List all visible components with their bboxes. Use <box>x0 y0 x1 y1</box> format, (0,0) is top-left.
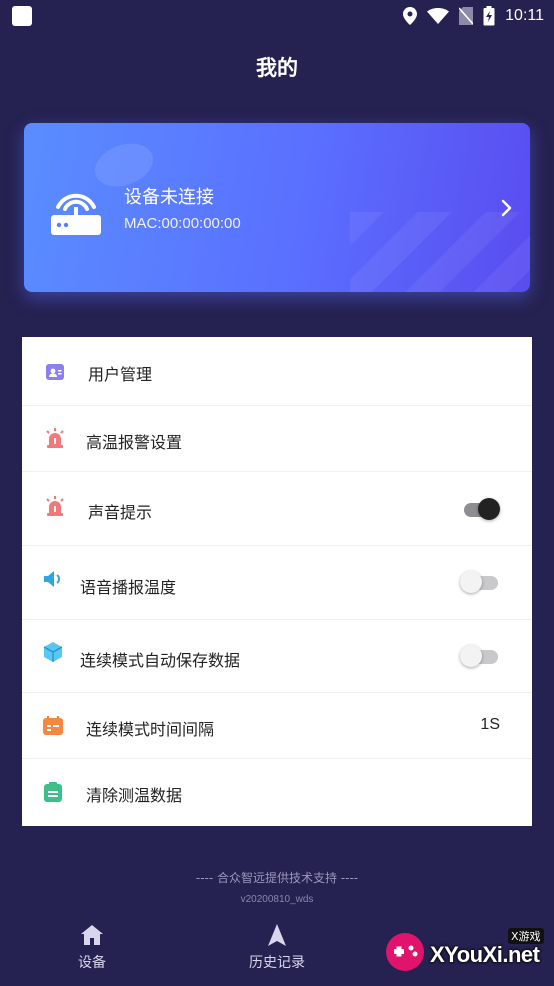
sound-prompt-toggle[interactable] <box>460 498 502 520</box>
menu-item-clear-data[interactable]: 清除测温数据 <box>22 759 532 826</box>
nav-label: 设备 <box>78 955 106 971</box>
router-icon <box>51 193 101 235</box>
navigation-arrow-icon <box>268 924 286 946</box>
gamepad-logo-icon <box>386 933 424 971</box>
menu-item-sound-prompt[interactable]: 声音提示 <box>22 472 532 546</box>
wifi-icon <box>427 8 450 24</box>
menu-label: 用户管理 <box>88 365 153 384</box>
tech-support-text: ---- 合众智远提供技术支持 ---- <box>195 871 359 885</box>
card-decoration-stripes <box>350 212 530 292</box>
menu-label: 连续模式自动保存数据 <box>80 651 241 670</box>
speaker-icon <box>44 571 60 587</box>
settings-menu: 用户管理 高温报警设置 声音提示 语音播报温度 连续模式自动保存数据 连续模式时… <box>22 337 532 826</box>
page-title: 我的 <box>256 56 298 80</box>
menu-label: 语音播报温度 <box>80 578 177 597</box>
nav-item-history[interactable]: 历史记录 <box>217 922 337 972</box>
version-text: v20200810_wds <box>240 894 314 905</box>
voice-broadcast-toggle[interactable] <box>460 571 502 593</box>
user-card-icon <box>46 364 64 380</box>
interval-value: 1S <box>480 716 500 733</box>
menu-item-interval[interactable]: 连续模式时间间隔 1S <box>22 693 532 759</box>
device-card[interactable]: 设备未连接 MAC:00:00:00:00 <box>24 123 530 292</box>
status-time: 10:11 <box>505 7 544 24</box>
toggle-thumb <box>478 498 500 520</box>
calendar-icon <box>43 716 63 735</box>
toggle-thumb <box>460 571 482 593</box>
alarm-light-icon <box>46 428 64 448</box>
toggle-thumb <box>460 645 482 667</box>
menu-item-voice-broadcast[interactable]: 语音播报温度 <box>22 546 532 620</box>
clipboard-icon <box>44 782 62 802</box>
no-sim-icon <box>459 7 474 25</box>
menu-label: 声音提示 <box>88 503 153 522</box>
menu-item-high-temp-alarm[interactable]: 高温报警设置 <box>22 406 532 472</box>
auto-save-toggle[interactable] <box>460 645 502 667</box>
watermark: X游戏 XYouXi.net <box>378 924 548 980</box>
menu-label: 高温报警设置 <box>86 433 183 452</box>
menu-label: 清除测温数据 <box>86 786 183 805</box>
battery-charging-icon <box>483 6 495 26</box>
alarm-light-icon <box>46 496 64 516</box>
device-status: 设备未连接 <box>124 187 214 208</box>
chevron-right-icon <box>501 199 512 217</box>
app-square-icon <box>12 6 32 26</box>
nav-item-device[interactable]: 设备 <box>32 922 152 972</box>
menu-item-user-management[interactable]: 用户管理 <box>22 337 532 406</box>
status-bar: 10:11 <box>0 0 554 32</box>
menu-label: 连续模式时间间隔 <box>86 720 215 739</box>
home-icon <box>81 925 103 945</box>
watermark-text: XYouXi.net <box>430 942 540 967</box>
device-mac: MAC:00:00:00:00 <box>124 215 241 232</box>
location-icon <box>403 7 418 25</box>
status-icons: 10:11 <box>403 6 544 26</box>
menu-item-auto-save[interactable]: 连续模式自动保存数据 <box>22 620 532 693</box>
cube-icon <box>43 642 63 662</box>
nav-label: 历史记录 <box>249 955 305 971</box>
